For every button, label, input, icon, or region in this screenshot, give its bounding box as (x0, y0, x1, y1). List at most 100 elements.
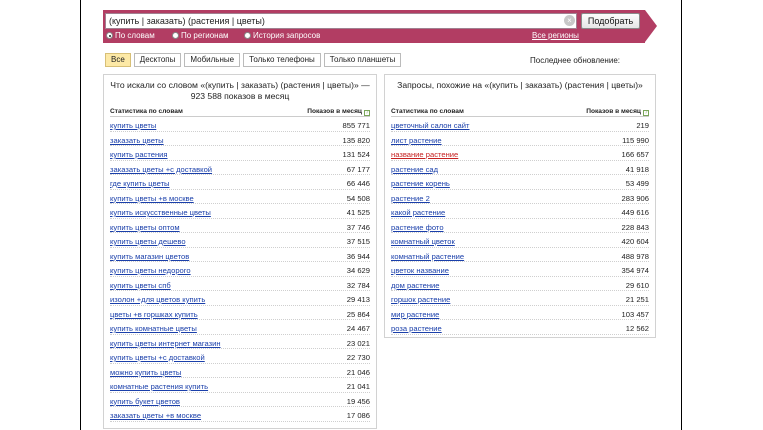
impressions-count: 29 413 (346, 295, 370, 304)
keyword-link[interactable]: название растение (391, 150, 458, 159)
impressions-count: 420 604 (621, 237, 649, 246)
left-rows: купить цветы 855 771 заказать цветы 135 820… (110, 117, 370, 422)
keyword-link[interactable]: заказать цветы (110, 136, 164, 145)
keyword-link[interactable]: купить цветы +с доставкой (110, 353, 205, 362)
keyword-link[interactable]: купить цветы спб (110, 281, 171, 290)
keyword-link[interactable]: где купить цветы (110, 179, 170, 188)
keyword-link[interactable]: растение корень (391, 179, 450, 188)
column-count-header: Показов в месяц? (586, 108, 649, 116)
search-band-arrow (645, 10, 657, 42)
device-tabs: Все Десктопы Мобильные Только телефоны Т… (105, 53, 404, 67)
help-icon[interactable]: ? (364, 110, 370, 116)
submit-button[interactable]: Подобрать (581, 13, 640, 29)
keyword-link[interactable]: купить цветы оптом (110, 223, 180, 232)
keyword-link[interactable]: дом растение (391, 281, 440, 290)
keyword-link[interactable]: роза растение (391, 324, 442, 333)
impressions-count: 37 746 (346, 222, 370, 232)
mode-history[interactable]: История запросов (244, 31, 320, 41)
impressions-count: 228 843 (621, 222, 649, 232)
keyword-link[interactable]: заказать цветы +в москве (110, 411, 201, 420)
impressions-count: 53 499 (625, 179, 649, 188)
last-update-label: Последнее обновление: (530, 56, 620, 65)
table-row: купить цветы интернет магазин 23 021 (110, 335, 370, 349)
table-row: комнатный цветок 420 604 (391, 233, 649, 248)
keyword-link[interactable]: мир растение (391, 310, 439, 319)
table-row: купить комнатные цветы 24 467 (110, 320, 370, 335)
impressions-count: 25 864 (346, 309, 370, 319)
impressions-count: 131 524 (342, 150, 370, 159)
table-row: заказать цветы +в москве 17 086 (110, 407, 370, 422)
table-row: дом растение 29 610 (391, 277, 649, 291)
keyword-link[interactable]: изолон +для цветов купить (110, 295, 205, 304)
keyword-link[interactable]: купить цветы интернет магазин (110, 339, 221, 348)
tab-all[interactable]: Все (105, 53, 131, 67)
keyword-link[interactable]: купить цветы недорого (110, 266, 191, 275)
keyword-link[interactable]: купить искусственные цветы (110, 208, 211, 217)
mode-by-words[interactable]: По словам (106, 31, 155, 41)
keyword-link[interactable]: купить цветы дешево (110, 237, 186, 246)
keyword-link[interactable]: купить комнатные цветы (110, 324, 197, 333)
keyword-link[interactable]: горшок растение (391, 295, 450, 304)
table-row: купить цветы +в москве 54 508 (110, 190, 370, 204)
mode-label: По словам (115, 31, 155, 40)
radio-dot-icon (244, 32, 251, 39)
table-row: растение фото 228 843 (391, 219, 649, 233)
keyword-link[interactable]: лист растение (391, 136, 442, 145)
table-row: цветы +в горшках купить 25 864 (110, 306, 370, 320)
table-row: мир растение 103 457 (391, 306, 649, 320)
search-input[interactable]: (купить | заказать) (растения | цветы) (105, 13, 577, 29)
impressions-count: 449 616 (621, 208, 649, 217)
keyword-link[interactable]: купить магазин цветов (110, 252, 189, 261)
keyword-link[interactable]: растение сад (391, 165, 438, 174)
table-row: купить цветы дешево 37 515 (110, 233, 370, 248)
help-icon[interactable]: ? (643, 110, 649, 116)
column-count-label: Показов в месяц (586, 108, 641, 115)
column-count-header: Показов в месяц? (307, 108, 370, 116)
impressions-count: 32 784 (346, 280, 370, 290)
keyword-link[interactable]: какой растение (391, 208, 445, 217)
keyword-link[interactable]: цветок название (391, 266, 449, 275)
mode-by-regions[interactable]: По регионам (172, 31, 229, 41)
table-row: растение корень 53 499 (391, 175, 649, 190)
clear-icon[interactable]: × (564, 15, 575, 26)
column-keyword-header: Статистика по словам (391, 108, 464, 115)
mode-label: По регионам (181, 31, 229, 40)
tab-desktops[interactable]: Десктопы (133, 53, 182, 67)
impressions-count: 19 456 (346, 396, 370, 406)
tab-phones-only[interactable]: Только телефоны (243, 53, 321, 67)
keyword-link[interactable]: заказать цветы +с доставкой (110, 165, 212, 174)
keyword-link[interactable]: можно купить цветы (110, 368, 181, 377)
table-row: цветочный салон сайт 219 (391, 117, 649, 132)
impressions-count: 166 657 (621, 150, 649, 159)
keyword-link[interactable]: растение фото (391, 223, 444, 232)
keyword-link[interactable]: цветочный салон сайт (391, 121, 469, 130)
keyword-link[interactable]: цветы +в горшках купить (110, 310, 198, 319)
all-regions-link[interactable]: Все регионы (532, 31, 579, 41)
keyword-link[interactable]: комнатный растение (391, 252, 464, 261)
keyword-link[interactable]: купить букет цветов (110, 397, 180, 406)
impressions-count: 22 730 (346, 353, 370, 362)
keyword-link[interactable]: купить цветы (110, 121, 156, 130)
table-row: купить цветы оптом 37 746 (110, 219, 370, 233)
keyword-link[interactable]: купить цветы +в москве (110, 194, 194, 203)
keyword-link[interactable]: комнатные растения купить (110, 382, 208, 391)
impressions-count: 67 177 (346, 164, 370, 174)
frame-right-border (681, 0, 682, 430)
keyword-link[interactable]: купить растения (110, 150, 168, 159)
impressions-count: 21 041 (346, 382, 370, 391)
tab-mobile[interactable]: Мобильные (184, 53, 241, 67)
table-row: заказать цветы +с доставкой 67 177 (110, 161, 370, 175)
impressions-count: 29 610 (625, 280, 649, 290)
impressions-count: 21 046 (346, 367, 370, 377)
table-row: купить цветы недорого 34 629 (110, 262, 370, 277)
impressions-count: 23 021 (346, 338, 370, 348)
table-row: купить магазин цветов 36 944 (110, 248, 370, 262)
keyword-link[interactable]: растение 2 (391, 194, 430, 203)
impressions-count: 115 990 (622, 135, 649, 145)
table-row: купить цветы спб 32 784 (110, 277, 370, 291)
tab-tablets-only[interactable]: Только планшеты (323, 53, 402, 67)
impressions-count: 103 457 (621, 309, 649, 319)
table-row: растение сад 41 918 (391, 161, 649, 175)
keyword-link[interactable]: комнатный цветок (391, 237, 455, 246)
impressions-count: 135 820 (342, 135, 370, 145)
